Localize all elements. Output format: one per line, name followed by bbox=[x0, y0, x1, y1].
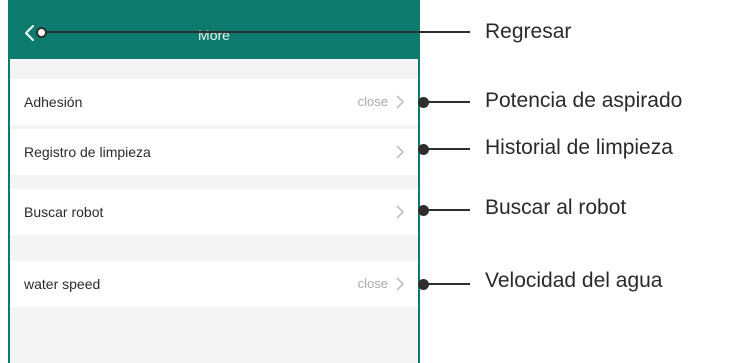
callout-dot bbox=[36, 27, 47, 38]
menu-item-water-speed[interactable]: water speed close bbox=[10, 261, 418, 307]
page-title: More bbox=[198, 28, 230, 41]
callout-label-history: Historial de limpieza bbox=[485, 136, 673, 159]
menu-item-label: Adhesión bbox=[24, 94, 83, 110]
menu-item-label: water speed bbox=[24, 276, 101, 292]
callout-dot bbox=[418, 97, 429, 108]
menu-item-label: Buscar robot bbox=[24, 204, 104, 220]
phone-screen: More Adhesión close Registro de limpieza… bbox=[8, 0, 420, 363]
menu-item-label: Registro de limpieza bbox=[24, 144, 151, 160]
callout-label-water: Velocidad del agua bbox=[485, 269, 663, 292]
app-header: More bbox=[10, 0, 418, 59]
chevron-right-icon bbox=[396, 95, 404, 109]
callout-line bbox=[424, 283, 470, 285]
callout-label-suction: Potencia de aspirado bbox=[485, 89, 683, 112]
menu-item-value: close bbox=[357, 94, 388, 109]
chevron-right-icon bbox=[396, 205, 404, 219]
callout-dot bbox=[418, 279, 429, 290]
menu-item-adhesion[interactable]: Adhesión close bbox=[10, 79, 418, 125]
chevron-right-icon bbox=[396, 277, 404, 291]
callout-label-find: Buscar al robot bbox=[485, 196, 627, 219]
callout-line bbox=[42, 31, 470, 33]
callout-line bbox=[424, 101, 470, 103]
chevron-right-icon bbox=[396, 145, 404, 159]
callout-label-back: Regresar bbox=[485, 20, 572, 43]
menu-item-cleaning-record[interactable]: Registro de limpieza bbox=[10, 129, 418, 175]
callout-line bbox=[424, 209, 470, 211]
menu-item-find-robot[interactable]: Buscar robot bbox=[10, 189, 418, 235]
callout-dot bbox=[418, 205, 429, 216]
menu-item-value: close bbox=[357, 276, 388, 291]
callout-line bbox=[424, 148, 470, 150]
callout-dot bbox=[418, 144, 429, 155]
